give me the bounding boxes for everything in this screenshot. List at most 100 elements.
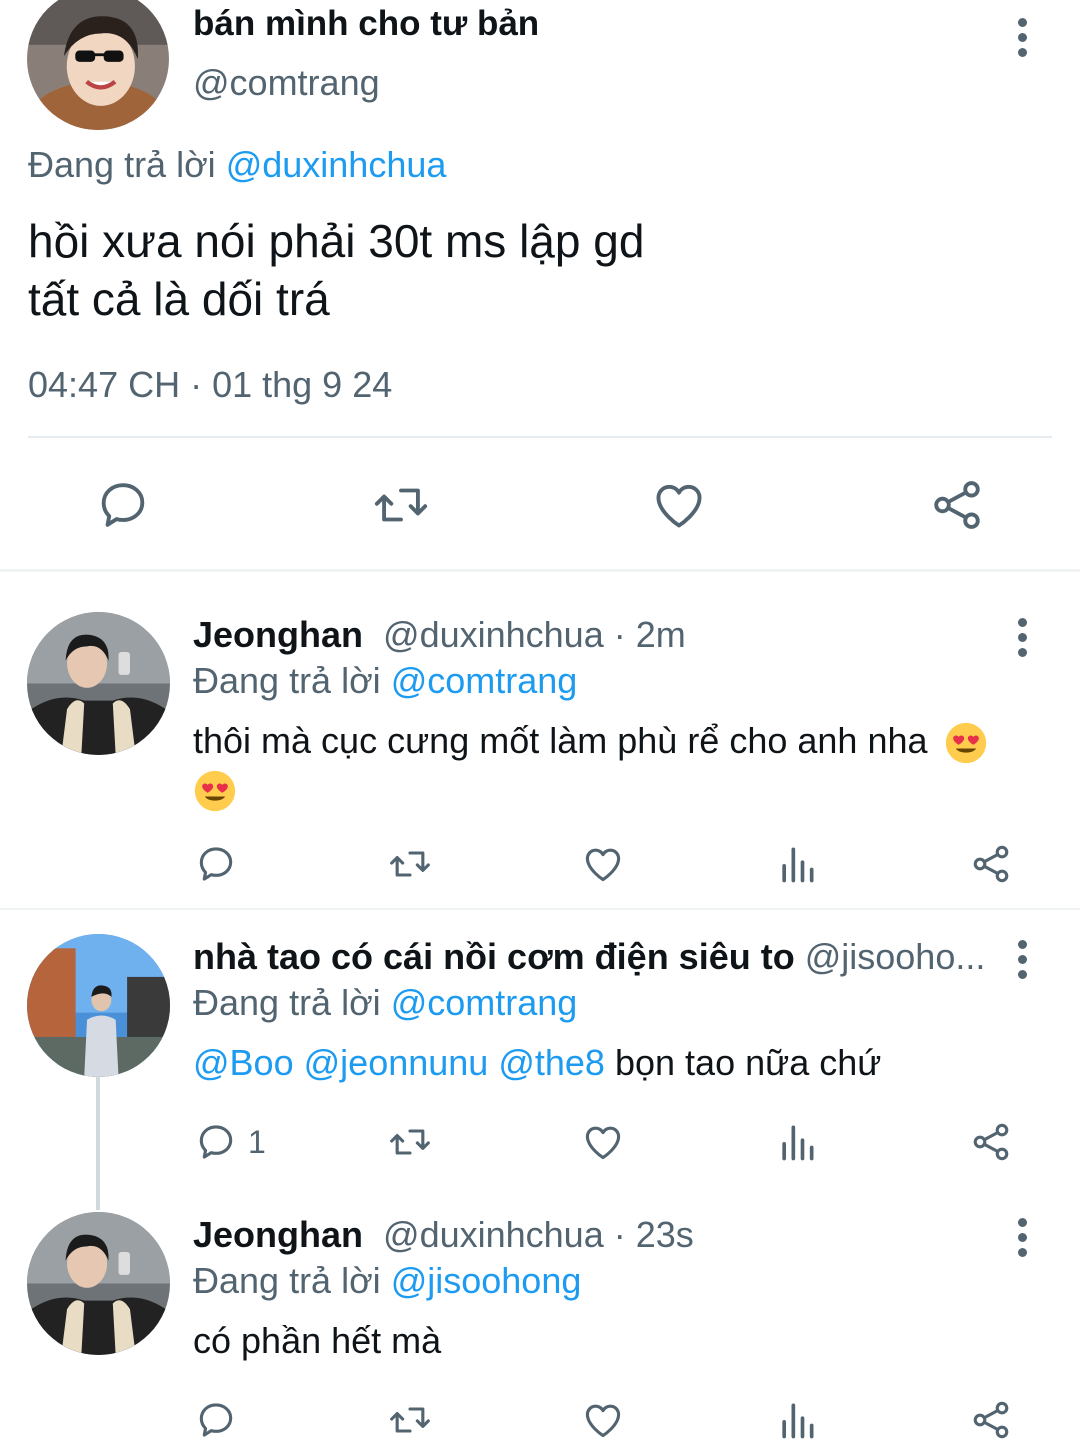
more-options-button[interactable] [1002, 934, 1042, 984]
divider [28, 436, 1052, 438]
like-button[interactable] [581, 1390, 625, 1450]
heart-icon [656, 484, 702, 528]
reply-separator [0, 908, 1080, 910]
reply-header: Jeonghan @duxinhchua · 2m [193, 612, 998, 658]
avatar[interactable] [27, 1212, 170, 1355]
tweet-timestamp[interactable]: 04:47 CH · 01 thg 9 24 [28, 364, 392, 406]
retweet-button[interactable] [388, 1390, 432, 1450]
retweet-icon [390, 851, 430, 877]
like-button[interactable] [581, 834, 625, 894]
reply-tweet[interactable]: nhà tao có cái nồi cơm điện siêu to @jis… [0, 934, 1080, 1184]
more-options-button[interactable] [1002, 612, 1042, 662]
replying-to: Đang trả lời @duxinhchua [28, 144, 446, 186]
reply-action-bar [0, 1390, 1080, 1450]
author-handle-time[interactable]: @duxinhchua · 2m [383, 614, 686, 655]
reply-text-content: có phần hết mà [193, 1320, 442, 1361]
vertical-ellipsis-icon [1017, 1217, 1027, 1227]
speech-bubble-icon [101, 483, 145, 527]
replying-to: Đang trả lời @jisoohong [193, 1258, 581, 1304]
avatar[interactable] [27, 0, 169, 130]
author-handle[interactable]: @comtrang [193, 62, 380, 104]
heart-icon [585, 1126, 621, 1160]
speech-bubble-icon [199, 847, 233, 881]
replying-to: Đang trả lời @comtrang [193, 658, 577, 704]
share-icon [973, 1123, 1009, 1161]
reply-text: thôi mà cục cưng mốt làm phù rể cho anh … [193, 718, 1043, 813]
heart-icon [585, 1404, 621, 1438]
author-handle-time[interactable]: @jisooho... [805, 936, 986, 977]
share-button[interactable] [969, 834, 1013, 894]
mention-link[interactable]: @the8 [498, 1042, 605, 1083]
replying-label: Đang trả lời [193, 1260, 391, 1301]
retweet-icon [390, 1129, 430, 1155]
share-button[interactable] [969, 1112, 1013, 1172]
tweet-text-line: hồi xưa nói phải 30t ms lập gd [28, 215, 645, 267]
reply-button[interactable] [88, 470, 158, 540]
reply-text-content: thôi mà cục cưng mốt làm phù rể cho anh … [193, 720, 928, 761]
reply-button[interactable] [194, 834, 248, 894]
mention-link[interactable]: @jeonnunu [304, 1042, 489, 1083]
replying-to-mention[interactable]: @comtrang [391, 982, 578, 1023]
reply-tweet[interactable]: Jeonghan @duxinhchua · 23s Đang trả lời … [0, 1212, 1080, 1450]
views-button[interactable] [775, 834, 819, 894]
reply-text: @Boo @jeonnunu @the8 bọn tao nữa chứ [193, 1040, 1043, 1086]
more-options-button[interactable] [1002, 12, 1042, 62]
replying-label: Đang trả lời [193, 660, 391, 701]
reply-header: Jeonghan @duxinhchua · 23s [193, 1212, 998, 1258]
reply-button[interactable] [194, 1390, 248, 1450]
tweet-action-bar [0, 470, 1080, 540]
retweet-icon [374, 488, 428, 522]
author-name[interactable]: Jeonghan [193, 1214, 363, 1255]
share-icon [934, 481, 980, 529]
bar-chart-icon [782, 847, 814, 883]
avatar[interactable] [27, 612, 170, 755]
reply-action-bar [0, 834, 1080, 894]
retweet-button[interactable] [388, 1112, 432, 1172]
reply-button[interactable]: 1 [194, 1112, 266, 1172]
retweet-icon [390, 1407, 430, 1433]
reply-tweet[interactable]: Jeonghan @duxinhchua · 2m Đang trả lời @… [0, 612, 1080, 908]
section-separator [0, 569, 1080, 572]
heart-icon [585, 848, 621, 882]
reply-text: có phần hết mà [193, 1318, 1043, 1364]
tweet-text-line: tất cả là dối trá [28, 273, 330, 325]
share-icon [973, 845, 1009, 883]
author-name[interactable]: bán mình cho tư bản [193, 4, 539, 44]
heart-eyes-emoji-icon [194, 770, 236, 812]
retweet-button[interactable] [388, 834, 432, 894]
replying-to: Đang trả lời @comtrang [193, 980, 577, 1026]
reply-count: 1 [248, 1123, 266, 1160]
replying-to-mention[interactable]: @comtrang [391, 660, 578, 701]
views-button[interactable] [775, 1390, 819, 1450]
tweet-thread-page: bán mình cho tư bản @comtrang Đang trả l… [0, 0, 1080, 1450]
vertical-ellipsis-icon [1017, 617, 1027, 627]
speech-bubble-icon [199, 1125, 233, 1159]
vertical-ellipsis-icon [1017, 939, 1027, 949]
replying-label: Đang trả lời [193, 982, 391, 1023]
share-button[interactable] [922, 470, 992, 540]
reply-text-content: bọn tao nữa chứ [614, 1042, 882, 1083]
main-tweet: bán mình cho tư bản @comtrang Đang trả l… [0, 0, 1080, 572]
share-button[interactable] [969, 1390, 1013, 1450]
replying-label: Đang trả lời [28, 144, 226, 185]
bar-chart-icon [782, 1125, 814, 1161]
views-button[interactable] [775, 1112, 819, 1172]
author-name[interactable]: Jeonghan [193, 614, 363, 655]
like-button[interactable] [581, 1112, 625, 1172]
heart-eyes-emoji-icon [945, 723, 986, 764]
author-name[interactable]: nhà tao có cái nồi cơm điện siêu to [193, 936, 795, 977]
avatar[interactable] [27, 934, 170, 1077]
more-options-button[interactable] [1002, 1212, 1042, 1262]
retweet-button[interactable] [366, 470, 436, 540]
reply-action-bar: 1 [0, 1112, 1080, 1172]
bar-chart-icon [782, 1403, 814, 1439]
vertical-ellipsis-icon [1017, 17, 1027, 27]
author-handle-time[interactable]: @duxinhchua · 23s [383, 1214, 694, 1255]
replying-to-mention[interactable]: @duxinhchua [226, 144, 447, 185]
speech-bubble-icon [199, 1403, 233, 1437]
reply-header: nhà tao có cái nồi cơm điện siêu to @jis… [193, 934, 998, 980]
share-icon [973, 1401, 1009, 1439]
like-button[interactable] [644, 470, 714, 540]
replying-to-mention[interactable]: @jisoohong [391, 1260, 582, 1301]
mention-link[interactable]: @Boo [193, 1042, 294, 1083]
